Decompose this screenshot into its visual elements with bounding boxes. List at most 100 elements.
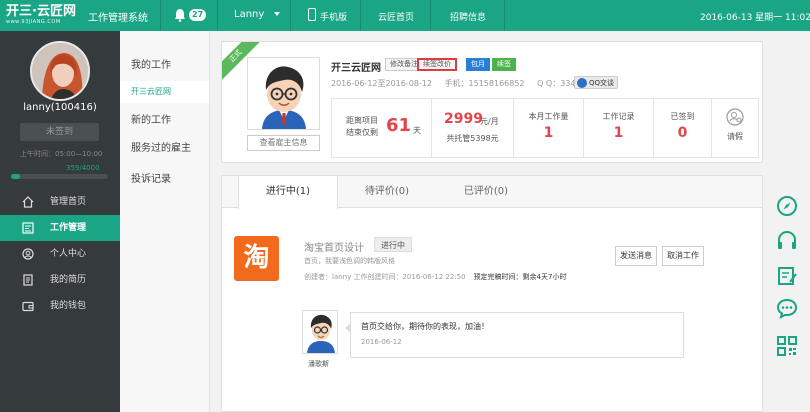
sub-menu: 我的工作 开三云匠网 新的工作 服务过的雇主 投诉记录 xyxy=(120,31,210,412)
stat-price-unit: 元/月 xyxy=(480,117,499,126)
stat-remaining-label1: 距离项目 xyxy=(346,116,378,125)
stat-signed: 已签到 0 xyxy=(654,99,712,157)
sidebar-item-work-manage[interactable]: 工作管理 xyxy=(0,215,120,241)
progress-fill xyxy=(11,174,20,179)
sidebar: lanny(100416) 未签到 上午时间：05:00—10:00 359/4… xyxy=(0,31,120,412)
sidebar-item-wallet[interactable]: 我的钱包 xyxy=(0,293,120,319)
view-employer-button[interactable]: 查看雇主信息 xyxy=(247,135,320,151)
headset-icon[interactable] xyxy=(776,230,798,252)
user-photo-icon xyxy=(32,43,88,99)
submenu-past-employers[interactable]: 服务过的雇主 xyxy=(120,138,209,160)
submenu-complaints[interactable]: 投诉记录 xyxy=(120,169,209,191)
stat-leave-label: 请假 xyxy=(727,132,743,141)
stat-signed-label: 已签到 xyxy=(670,112,695,121)
tab-reviewed[interactable]: 已评价(0) xyxy=(436,176,536,208)
task-tabs: 进行中(1) 待评价(0) 已评价(0) xyxy=(222,176,762,209)
divider xyxy=(360,0,361,31)
chat-icon[interactable] xyxy=(776,297,798,319)
edit-form-icon[interactable] xyxy=(776,265,798,287)
notification-badge[interactable]: 27 xyxy=(189,9,207,21)
qq-chat-label: QQ交谈 xyxy=(589,79,615,87)
username: lanny(100416) xyxy=(23,102,97,113)
stat-leave[interactable]: 请假 xyxy=(712,99,758,157)
work-manage-icon xyxy=(22,222,34,234)
stat-workload: 本月工作量 1 xyxy=(514,99,584,157)
commenter-avatar xyxy=(302,310,338,354)
compass-icon[interactable] xyxy=(776,195,798,217)
mobile-icon[interactable] xyxy=(308,8,316,21)
divider xyxy=(160,0,161,31)
wallet-icon xyxy=(22,301,34,312)
home-link[interactable]: 云匠首页 xyxy=(378,10,414,23)
task-creator: 创建者：lanny 工作创建时间：2016-06-12 22:50 xyxy=(304,273,466,281)
submenu-employer[interactable]: 开三云匠网 xyxy=(120,81,209,103)
stat-price: 2999 元/月 共托管5398元 xyxy=(432,99,514,157)
user-icon xyxy=(22,248,34,260)
jobs-link[interactable]: 招聘信息 xyxy=(450,10,486,23)
user-menu[interactable]: Lanny xyxy=(234,9,281,20)
cartoon-avatar-icon xyxy=(248,58,319,129)
stat-signed-value[interactable]: 0 xyxy=(654,125,711,141)
monthly-badge: 包月 xyxy=(466,58,490,71)
mobile-link[interactable]: 手机版 xyxy=(320,10,347,23)
submenu-new-work[interactable]: 新的工作 xyxy=(120,110,209,132)
progress-count: 359/4000 xyxy=(66,164,100,172)
task-status-badge: 进行中 xyxy=(374,237,412,252)
stat-records: 工作记录 1 xyxy=(584,99,654,157)
leave-icon xyxy=(726,108,744,126)
renew-reprice-button[interactable]: 续签改价 xyxy=(417,58,457,71)
send-message-button[interactable]: 发送消息 xyxy=(615,246,657,266)
stat-workload-label: 本月工作量 xyxy=(528,112,569,121)
divider xyxy=(217,0,218,31)
sidebar-item-home[interactable]: 管理首页 xyxy=(0,189,120,215)
employer-avatar[interactable] xyxy=(247,57,320,130)
stat-records-label: 工作记录 xyxy=(602,112,635,121)
sidebar-item-resume[interactable]: 我的简历 xyxy=(0,267,120,293)
renew-badge: 续签 xyxy=(492,58,516,71)
tasks-panel: 进行中(1) 待评价(0) 已评价(0) 淘 淘宝首页设计 进行中 首页，我要浅… xyxy=(221,175,763,412)
bell-icon[interactable] xyxy=(174,8,186,22)
qq-chat-button[interactable]: QQ交谈 xyxy=(574,76,619,89)
comment-date: 2016-06-12 xyxy=(361,338,402,346)
stat-workload-value[interactable]: 1 xyxy=(514,125,583,141)
home-icon xyxy=(22,196,34,208)
sidebar-item-label: 个人中心 xyxy=(50,249,87,259)
cancel-work-button[interactable]: 取消工作 xyxy=(662,246,704,266)
tab-pending-review[interactable]: 待评价(0) xyxy=(338,176,436,208)
chevron-down-icon xyxy=(274,12,281,16)
sidebar-item-label: 我的钱包 xyxy=(50,301,87,311)
employer-card: 正式 查看雇主信息 开三云匠网 修改备注 续签改价 包月 续签 2016-06-… xyxy=(221,41,763,163)
signin-button[interactable]: 未签到 xyxy=(20,123,99,141)
task-deadline: 预定完稿时间：剩余4天7小时 xyxy=(473,273,567,281)
task-title[interactable]: 淘宝首页设计 xyxy=(304,239,364,254)
qr-code-icon[interactable] xyxy=(776,335,798,357)
system-title: 工作管理系统 xyxy=(88,13,148,24)
employer-phone: 手机：15158166852 xyxy=(444,79,525,88)
progress-bar xyxy=(11,174,108,179)
submenu-my-work[interactable]: 我的工作 xyxy=(120,55,209,77)
stat-remaining-value: 61 xyxy=(386,115,412,136)
top-bar: 开三·云匠网 www.93JIANG.COM 工作管理系统 27 Lanny 手… xyxy=(0,0,810,31)
tab-in-progress[interactable]: 进行中(1) xyxy=(238,176,338,209)
avatar[interactable] xyxy=(30,41,90,101)
stat-remaining-unit: 天 xyxy=(413,126,421,135)
sidebar-item-label: 管理首页 xyxy=(50,197,87,207)
divider xyxy=(504,0,505,31)
stat-remaining-label2: 结束仅剩 xyxy=(346,128,378,137)
work-time: 上午时间：05:00—10:00 xyxy=(20,150,103,158)
stat-records-value[interactable]: 1 xyxy=(584,125,653,141)
stat-price-value: 2999 xyxy=(444,111,483,127)
divider xyxy=(290,0,291,31)
contract-period: 2016-06-12至2016-08-12 xyxy=(331,79,432,88)
sidebar-item-label: 我的简历 xyxy=(50,275,87,285)
qq-icon xyxy=(577,78,587,88)
logo-subtext: www.93JIANG.COM xyxy=(6,19,61,25)
sidebar-item-profile[interactable]: 个人中心 xyxy=(0,241,120,267)
task-meta: 创建者：lanny 工作创建时间：2016-06-12 22:50 预定完稿时间：… xyxy=(304,272,566,282)
comment-bubble: 首页交给你，期待你的表现，加油！ 2016-06-12 xyxy=(345,312,684,358)
date-display: 2016-06-13 星期一 11:02 xyxy=(700,13,810,23)
comment-text: 首页交给你，期待你的表现，加油！ xyxy=(361,322,489,331)
logo-text: 开三·云匠网 xyxy=(6,4,76,19)
sidebar-nav: 管理首页 工作管理 个人中心 我的简历 我的钱包 xyxy=(0,189,120,319)
logo[interactable]: 开三·云匠网 www.93JIANG.COM xyxy=(6,4,76,28)
